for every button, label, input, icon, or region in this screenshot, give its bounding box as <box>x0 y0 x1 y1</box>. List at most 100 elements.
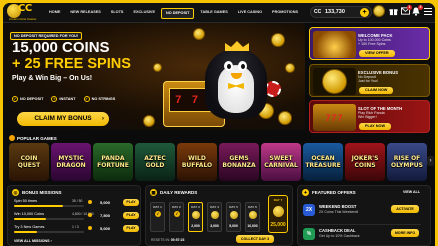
mission-play-button[interactable]: PLAY <box>123 212 139 219</box>
coin-decoration-icon <box>193 28 205 40</box>
feature-no-deposit: ✓ NO DEPOSIT <box>12 96 43 102</box>
reset-label: RESETS IN: <box>151 238 170 242</box>
coin-icon <box>230 211 238 219</box>
game-tile-panda-fortune[interactable]: PANDA FORTUNE <box>93 143 133 181</box>
gift-icon[interactable] <box>389 7 398 19</box>
hero-title-line2: + 25 FREE SPINS <box>12 56 131 72</box>
balance-pill[interactable]: CC 133,730 + <box>310 6 372 18</box>
nav-no-deposit[interactable]: NO DEPOSIT <box>161 8 195 19</box>
coin-decoration-icon <box>143 115 155 127</box>
day-label: DAY 4 <box>210 205 219 209</box>
crown-icon <box>225 41 249 51</box>
mission-play-button[interactable]: PLAY <box>123 199 139 206</box>
offer-title: WEEKEND BOOST <box>319 204 357 209</box>
game-tile-sweet-carnival[interactable]: SWEET CARNIVAL <box>261 143 301 181</box>
mission-label: Win 10,000 Coins <box>14 212 44 216</box>
coin-icon <box>249 211 257 219</box>
game-title: RISE OF OLYMPUS <box>391 155 423 169</box>
view-offer-button[interactable]: VIEW OFFER <box>359 50 395 57</box>
game-tile-coin-quest[interactable]: COIN QUEST <box>9 143 49 181</box>
game-tile-aztec-gold[interactable]: AZTEC GOLD <box>135 143 175 181</box>
mission-label: Spin 50 times <box>14 199 38 203</box>
promo-exclusive-bonus[interactable]: EXCLUSIVE BONUS No Deposit Just for You!… <box>309 64 430 97</box>
feature-label: NO STRINGS <box>91 97 116 101</box>
check-icon: ✓ <box>83 96 90 102</box>
mission-row: Try 3 New Games 1 / 3 5,000 PLAY <box>14 225 139 235</box>
collect-day-button[interactable]: COLLECT DAY 3 <box>236 235 274 243</box>
games-next-arrow[interactable]: › <box>427 156 434 166</box>
mission-progress-text: 1 / 3 <box>72 225 79 229</box>
nav-table-games[interactable]: TABLE GAMES <box>196 8 231 19</box>
mission-progress-bar <box>14 231 84 233</box>
balance-value: 133,730 <box>325 9 345 15</box>
coin-decoration-icon <box>271 33 285 47</box>
game-title: AZTEC GOLD <box>144 155 166 169</box>
tag-icon: ✦ <box>302 189 309 196</box>
mission-label: Try 3 New Games <box>14 225 45 229</box>
view-all-offers-link[interactable]: VIEW ALL <box>403 190 420 194</box>
claim-now-button[interactable]: CLAIM NOW <box>359 87 394 94</box>
nav-live-casino[interactable]: LIVE CASINO <box>234 8 266 19</box>
day-amount: 3,000 <box>210 224 219 228</box>
popular-games-header: POPULAR GAMES <box>9 135 57 141</box>
feature-no-strings: ✓ NO STRINGS <box>83 96 116 102</box>
feature-label: INSTANT <box>59 97 76 101</box>
game-title: COIN QUEST <box>17 155 41 169</box>
game-title: SWEET CARNIVAL <box>264 155 298 169</box>
coin-icon <box>88 200 92 204</box>
game-tile-mystic-dragon[interactable]: MYSTIC DRAGON <box>51 143 91 181</box>
coin-decoration-icon <box>285 63 295 73</box>
lightning-icon: ϟ <box>51 96 58 102</box>
claim-bonus-label: CLAIM MY BONUS <box>34 115 92 122</box>
day-card-current[interactable]: DAY 3 2,000 <box>188 202 203 232</box>
nav-home[interactable]: HOME <box>45 8 64 19</box>
coin-decoration-icon <box>278 111 292 125</box>
nav-slots[interactable]: SLOTS <box>107 8 128 19</box>
nav-promotions[interactable]: PROMOTIONS <box>268 8 302 19</box>
feature-instant: ϟ INSTANT <box>51 96 76 102</box>
more-info-button[interactable]: MORE INFO <box>391 229 419 237</box>
mission-play-button[interactable]: PLAY <box>123 225 139 232</box>
featured-offers-panel: ✦ FEATURED OFFERS VIEW ALL 2X WEEKEND BO… <box>297 185 431 246</box>
mission-progress-text: 35 / 50 <box>72 199 83 203</box>
mission-progress-bar <box>14 218 84 220</box>
menu-icon[interactable] <box>424 8 432 15</box>
hero-banner: 7 7 7 NO DEPOSIT REQUIRED FOR YOU! 15,00… <box>3 23 305 130</box>
game-title: PANDA FORTUNE <box>97 155 129 169</box>
check-icon: ✓ <box>174 211 180 217</box>
coin-icon <box>88 213 92 217</box>
add-coins-button[interactable]: + <box>360 8 369 17</box>
day-card-7: DAY 7 25,000 <box>268 195 288 233</box>
view-all-missions-link[interactable]: VIEW ALL MISSIONS › <box>14 239 52 243</box>
game-tile-jokers-coins[interactable]: JOKER'S COINS <box>345 143 385 181</box>
promo-art <box>313 68 356 95</box>
game-tile-wild-buffalo[interactable]: WILD BUFFALO <box>177 143 217 181</box>
coin-icon[interactable] <box>373 5 385 17</box>
promo-desc-line: Win Bigger! <box>358 115 377 120</box>
calendar-icon: ▦ <box>150 189 157 196</box>
claim-bonus-button[interactable]: CLAIM MY BONUS › <box>17 112 109 126</box>
game-tile-rise-of-olympus[interactable]: RISE OF OLYMPUS <box>387 143 427 181</box>
bonus-missions-panel: ◎ BONUS MISSIONS Spin 50 times 35 / 50 5… <box>7 185 141 246</box>
promo-slot-of-month[interactable]: 777 SLOT OF THE MONTH Play Rich Panda Wi… <box>309 100 430 133</box>
popular-games-title: POPULAR GAMES <box>17 135 57 141</box>
slot-symbol: 7 <box>191 94 199 106</box>
offers-title: FEATURED OFFERS <box>312 190 356 195</box>
game-tile-gems-bonanza[interactable]: GEMS BONANZA <box>219 143 259 181</box>
promo-desc: Up to 100,000 Coins + 100 Free Spins <box>358 38 391 47</box>
activate-button[interactable]: ACTIVATE <box>391 205 419 213</box>
hero-title-line1: 15,000 COINS <box>12 39 110 56</box>
nav-new-releases[interactable]: NEW RELEASES <box>66 8 104 19</box>
offer-desc: Get Up to 10% Cashback <box>319 234 360 238</box>
logo-text[interactable]: CC <box>18 3 32 14</box>
offer-row: % CASHBACK DEAL Get Up to 10% Cashback M… <box>303 226 421 244</box>
mission-reward: 5,000 <box>100 200 111 205</box>
game-tile-ocean-treasure[interactable]: OCEAN TREASURE <box>303 143 343 181</box>
promo-welcome-pack[interactable]: WELCOME PACK Up to 100,000 Coins + 100 F… <box>309 27 430 60</box>
nav-exclusive[interactable]: EXCLUSIVE <box>129 8 159 19</box>
shield-icon: ✓ <box>12 96 18 102</box>
missions-header: ◎ BONUS MISSIONS <box>12 189 62 196</box>
play-now-button[interactable]: PLAY NOW <box>359 123 392 130</box>
game-title: GEMS BONANZA <box>222 155 256 169</box>
daily-rewards-panel: ▦ DAILY REWARDS DAY 1 ✓ DAY 2 ✓ DAY 3 2,… <box>145 185 293 246</box>
